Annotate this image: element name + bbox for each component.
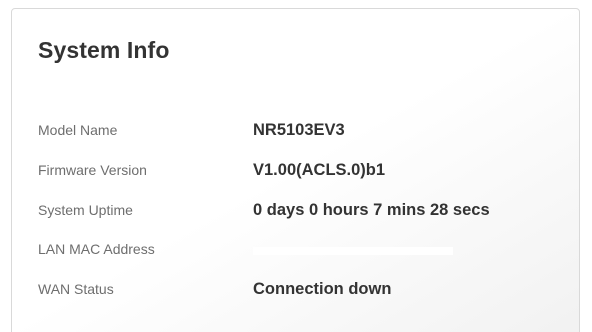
lan-mac-address-value-redacted xyxy=(253,247,453,261)
lan-mac-address-label: LAN MAC Address xyxy=(38,241,155,257)
clipped-caption-above xyxy=(0,0,592,5)
card-title: System Info xyxy=(38,37,170,63)
system-uptime-label: System Uptime xyxy=(38,202,133,218)
system-info-card: System Info Model Name NR5103EV3 Firmwar… xyxy=(11,8,580,332)
redaction-mask xyxy=(253,247,453,255)
info-row-wan-status: WAN Status Connection down xyxy=(38,280,568,311)
firmware-version-value: V1.00(ACLS.0)b1 xyxy=(253,161,386,179)
model-name-label: Model Name xyxy=(38,122,118,138)
model-name-value: NR5103EV3 xyxy=(253,121,345,139)
info-row-firmware-version: Firmware Version V1.00(ACLS.0)b1 xyxy=(38,161,568,192)
wan-status-label: WAN Status xyxy=(38,281,114,297)
firmware-version-label: Firmware Version xyxy=(38,162,147,178)
system-uptime-value: 0 days 0 hours 7 mins 28 secs xyxy=(253,201,490,219)
screenshot-stage: System Info Model Name NR5103EV3 Firmwar… xyxy=(0,0,592,332)
wan-status-value: Connection down xyxy=(253,280,392,298)
info-row-system-uptime: System Uptime 0 days 0 hours 7 mins 28 s… xyxy=(38,201,568,232)
info-row-model-name: Model Name NR5103EV3 xyxy=(38,121,568,152)
info-row-lan-mac-address: LAN MAC Address xyxy=(38,241,568,271)
